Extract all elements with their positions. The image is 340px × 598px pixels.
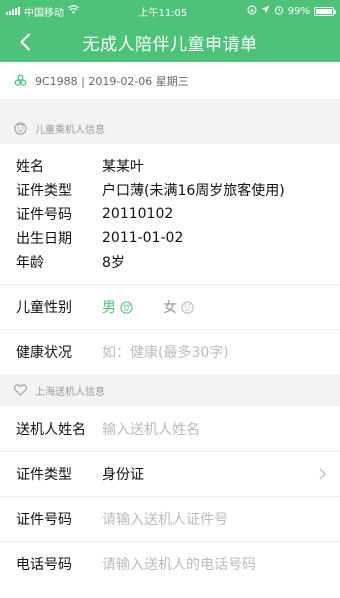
info-value: 2011-01-02 [102, 230, 184, 246]
child-gender-row: 儿童性别 男 女 [0, 284, 340, 329]
info-value: 20110102 [102, 206, 174, 222]
gender-female-label: 女 [163, 300, 177, 316]
chevron-right-icon [319, 468, 326, 480]
gender-label: 儿童性别 [16, 300, 72, 316]
status-time: 上午11:05 [138, 7, 188, 19]
status-left: 中国移动 [6, 4, 79, 19]
child-health-row[interactable]: 健康状况 如：健康(最多30字) [0, 329, 340, 374]
info-value: 某某叶 [102, 159, 144, 175]
gender-male-label: 男 [102, 300, 116, 316]
child-age-row: 年龄 8岁 [16, 250, 324, 274]
status-right: 99% [247, 5, 336, 18]
info-value: 户口薄(未满16周岁旅客使用) [102, 183, 285, 199]
child-section-title: 儿童乘机人信息 [35, 124, 105, 136]
sender-id-type-row[interactable]: 证件类型 身份证 [0, 451, 340, 496]
info-label: 证件类型 [16, 183, 72, 199]
signal-icon [6, 7, 20, 15]
sender-phone-label: 电话号码 [16, 557, 72, 573]
gender-male-option[interactable]: 男 [102, 297, 133, 317]
battery-icon [314, 6, 336, 16]
sender-name-row[interactable]: 送机人姓名 输入送机人姓名 [0, 406, 340, 451]
flight-info: 9C1988 | 2019-02-06 星期三 [0, 62, 340, 100]
flight-logo-icon [14, 74, 27, 87]
child-id-number-row: 证件号码 20110102 [16, 202, 324, 226]
child-info-block: 姓名 某某叶 证件类型 户口薄(未满16周岁旅客使用) 证件号码 2011010… [0, 144, 340, 284]
sender-phone-row[interactable]: 电话号码 请输入送机人的电话号码 [0, 541, 340, 586]
sender-section-header: 上海送机人信息 [0, 374, 340, 406]
boy-face-icon [120, 300, 133, 314]
sender-id-number-input[interactable]: 请输入送机人证件号 [102, 509, 228, 529]
sender-name-input[interactable]: 输入送机人姓名 [102, 419, 200, 439]
health-input[interactable]: 如：健康(最多30字) [102, 342, 229, 362]
info-label: 证件号码 [16, 207, 72, 223]
battery-percent: 99% [287, 5, 310, 17]
child-face-icon [14, 121, 27, 135]
info-value: 8岁 [102, 255, 125, 271]
info-label: 姓名 [16, 159, 44, 175]
sender-id-number-label: 证件号码 [16, 512, 72, 528]
info-label: 出生日期 [16, 231, 72, 247]
flight-text: 9C1988 | 2019-02-06 星期三 [35, 74, 189, 88]
child-birthdate-row: 出生日期 2011-01-02 [16, 226, 324, 250]
sender-phone-input[interactable]: 请输入送机人的电话号码 [102, 554, 256, 574]
status-bar: 中国移动 上午11:05 99% [0, 0, 340, 22]
location-icon [261, 5, 270, 17]
heart-icon [14, 384, 27, 396]
page-title: 无成人陪伴儿童申请单 [82, 34, 258, 55]
gender-female-option[interactable]: 女 [163, 297, 194, 317]
health-label: 健康状况 [16, 345, 72, 361]
wifi-icon [68, 5, 79, 17]
rotation-lock-icon [247, 5, 257, 18]
sender-id-type-label: 证件类型 [16, 467, 72, 483]
sender-name-label: 送机人姓名 [16, 421, 86, 438]
sender-id-number-row[interactable]: 证件号码 请输入送机人证件号 [0, 496, 340, 541]
back-button[interactable] [10, 22, 40, 62]
nav-bar: 无成人陪伴儿童申请单 [0, 22, 340, 62]
sender-section-title: 上海送机人信息 [35, 386, 105, 398]
sender-id-type-value[interactable]: 身份证 [102, 464, 144, 484]
child-name-row: 姓名 某某叶 [16, 154, 324, 178]
section-gap [0, 100, 340, 112]
child-section-header: 儿童乘机人信息 [0, 112, 340, 144]
carrier-label: 中国移动 [24, 7, 64, 19]
girl-face-icon [181, 300, 194, 314]
chevron-left-icon [20, 33, 30, 51]
child-id-type-row: 证件类型 户口薄(未满16周岁旅客使用) [16, 178, 324, 202]
info-label: 年龄 [16, 255, 44, 271]
alarm-icon [274, 5, 284, 18]
